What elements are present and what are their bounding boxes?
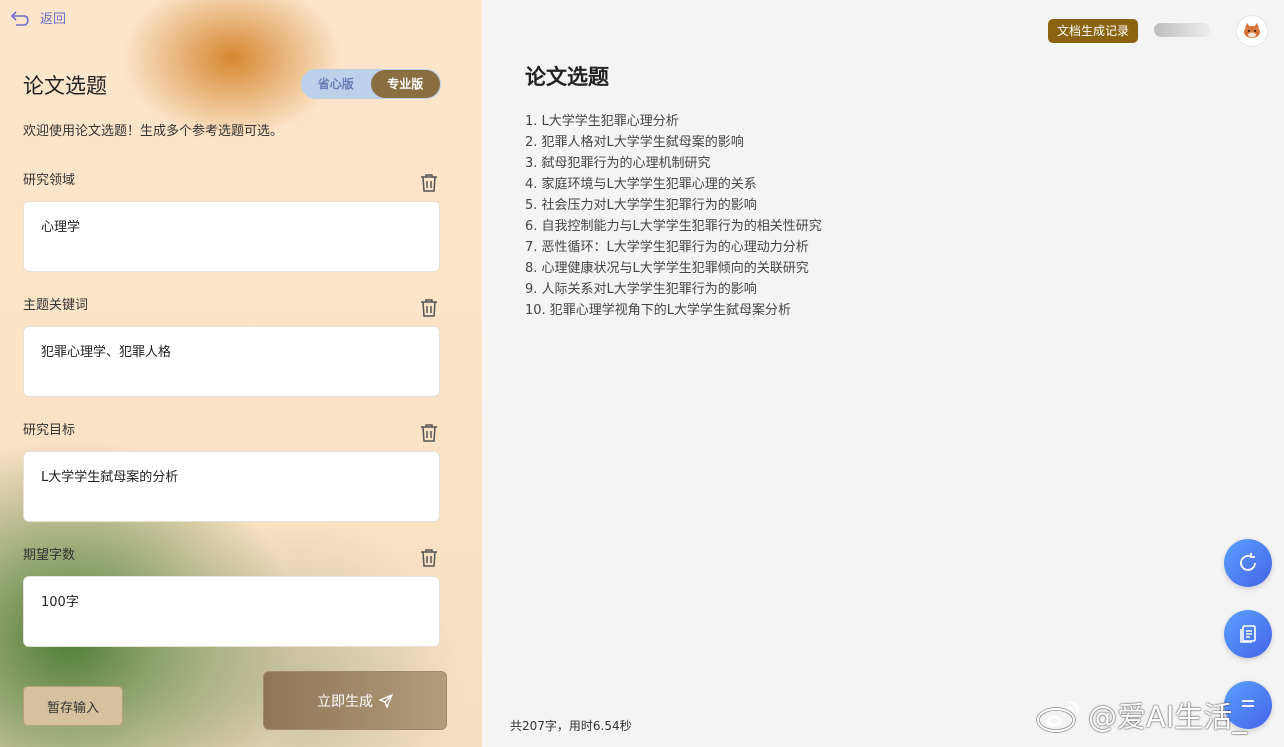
fox-avatar-icon	[1244, 23, 1260, 38]
regenerate-button[interactable]	[1224, 539, 1272, 587]
doc-history-button[interactable]: 文档生成记录	[1048, 19, 1138, 43]
input-panel: 返回 论文选题 省心版 专业版 欢迎使用论文选题！生成多个参考选题可选。 研究领…	[0, 0, 482, 747]
avatar[interactable]	[1236, 15, 1268, 47]
topic-list: 1. L大学学生犯罪心理分析 2. 犯罪人格对L大学学生弑母案的影响 3. 弑母…	[525, 111, 822, 321]
keywords-label: 主题关键词	[23, 298, 89, 313]
research-goal-label: 研究目标	[23, 423, 76, 438]
output-panel: 文档生成记录 论文选题 1. L大学学生犯罪心理分析 2. 犯罪人格对L大学学生…	[482, 0, 1284, 747]
generate-label: 立即生成	[317, 693, 373, 710]
word-count-input[interactable]: 100字	[23, 576, 440, 647]
list-item: 8. 心理健康状况与L大学学生犯罪倾向的关联研究	[525, 261, 809, 276]
page-title: 论文选题	[23, 74, 107, 98]
research-field-label: 研究领域	[23, 173, 76, 188]
save-input-button[interactable]: 暂存输入	[23, 686, 123, 726]
list-item: 5. 社会压力对L大学学生犯罪行为的影响	[525, 198, 757, 213]
list-item: 7. 恶性循环：L大学学生犯罪行为的心理动力分析	[525, 240, 809, 255]
research-field-input[interactable]: 心理学	[23, 201, 440, 272]
copy-icon	[1240, 625, 1256, 643]
copy-button[interactable]	[1224, 610, 1272, 658]
back-label: 返回	[40, 12, 67, 27]
list-item: 2. 犯罪人格对L大学学生弑母案的影响	[525, 135, 744, 150]
generation-stats: 共207字，用时6.54秒	[510, 719, 632, 733]
trash-icon[interactable]	[418, 547, 440, 569]
list-item: 10. 犯罪心理学视角下的L大学学生弑母案分析	[525, 303, 792, 318]
word-count-label: 期望字数	[23, 548, 76, 563]
welcome-text: 欢迎使用论文选题！生成多个参考选题可选。	[23, 124, 284, 139]
user-name-blurred	[1154, 23, 1210, 37]
back-arrow-icon	[10, 10, 29, 26]
trash-icon[interactable]	[418, 297, 440, 319]
mode-toggle[interactable]: 省心版 专业版	[301, 69, 441, 99]
research-goal-input[interactable]: L大学学生弑母案的分析	[23, 451, 440, 522]
list-item: 9. 人际关系对L大学学生犯罪行为的影响	[525, 282, 757, 297]
mode-pro-option[interactable]: 专业版	[370, 70, 440, 98]
watermark-text: @爱AI生活_	[1088, 700, 1247, 734]
result-title: 论文选题	[525, 65, 609, 89]
trash-icon[interactable]	[418, 172, 440, 194]
list-item: 6. 自我控制能力与L大学学生犯罪行为的相关性研究	[525, 219, 822, 234]
send-icon	[379, 693, 393, 708]
list-item: 4. 家庭环境与L大学学生犯罪心理的关系	[525, 177, 757, 192]
weibo-logo-icon	[1036, 700, 1080, 733]
mode-basic-option[interactable]: 省心版	[301, 69, 371, 99]
trash-icon[interactable]	[418, 422, 440, 444]
list-item: 3. 弑母犯罪行为的心理机制研究	[525, 156, 711, 171]
refresh-icon	[1240, 553, 1256, 571]
keywords-input[interactable]: 犯罪心理学、犯罪人格	[23, 326, 440, 397]
watermark: @爱AI生活_	[1034, 694, 1247, 736]
list-item: 1. L大学学生犯罪心理分析	[525, 114, 679, 129]
generate-button[interactable]: 立即生成	[263, 671, 447, 730]
back-link[interactable]: 返回	[10, 8, 66, 27]
